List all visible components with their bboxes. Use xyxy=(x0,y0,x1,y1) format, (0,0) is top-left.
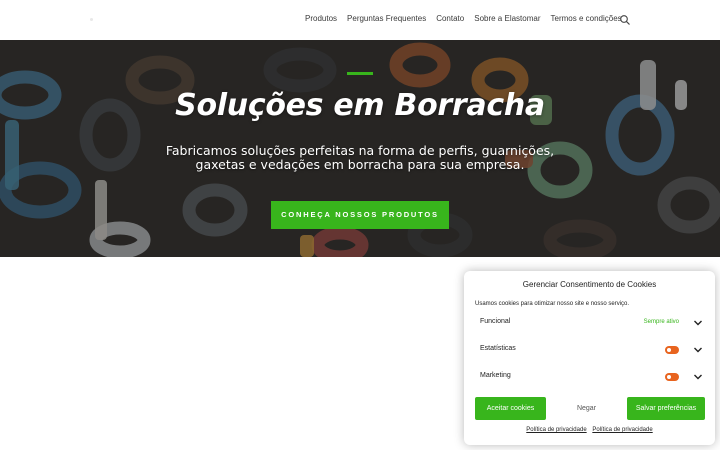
cookie-category-label: Funcional xyxy=(480,318,511,325)
save-preferences-button[interactable]: Salvar preferências xyxy=(627,397,705,420)
site-header: Produtos Perguntas Frequentes Contato So… xyxy=(0,0,720,40)
hero-subtitle-line-2: gaxetas e vedações em borracha para sua … xyxy=(195,157,525,172)
accent-divider xyxy=(347,72,373,75)
cookie-category-label: Marketing xyxy=(480,372,511,379)
deny-cookies-button[interactable]: Negar xyxy=(551,397,622,420)
main-nav: Produtos Perguntas Frequentes Contato So… xyxy=(305,14,632,23)
marketing-toggle[interactable] xyxy=(665,373,679,381)
nav-item-perguntas-frequentes[interactable]: Perguntas Frequentes xyxy=(347,14,426,23)
cookie-message: Usamos cookies para otimizar nosso site … xyxy=(475,301,630,307)
cookie-category-label: Estatísticas xyxy=(480,345,516,352)
always-active-label: Sempre ativo xyxy=(643,319,679,325)
accept-cookies-button[interactable]: Aceitar cookies xyxy=(475,397,546,420)
privacy-policy-link[interactable]: Política de privacidade xyxy=(592,427,652,433)
nav-item-sobre[interactable]: Sobre a Elastomar xyxy=(474,14,540,23)
cookie-consent-panel: Gerenciar Consentimento de Cookies Usamo… xyxy=(464,271,715,445)
cookie-category-funcional[interactable]: Funcional Sempre ativo xyxy=(475,314,707,332)
site-logo[interactable] xyxy=(90,18,93,21)
chevron-down-icon[interactable] xyxy=(693,318,703,328)
hero-section: Soluções em Borracha Fabricamos soluções… xyxy=(0,40,720,257)
chevron-down-icon[interactable] xyxy=(693,345,703,355)
nav-item-produtos[interactable]: Produtos xyxy=(305,14,337,23)
nav-item-termos[interactable]: Termos e condições xyxy=(551,14,622,23)
statistics-toggle[interactable] xyxy=(665,346,679,354)
nav-item-contato[interactable]: Contato xyxy=(436,14,464,23)
hero-title: Soluções em Borracha xyxy=(175,88,545,123)
chevron-down-icon[interactable] xyxy=(693,372,703,382)
cookie-links: Política de privacidade Política de priv… xyxy=(464,427,715,433)
cookie-category-marketing[interactable]: Marketing xyxy=(475,368,707,386)
privacy-policy-link[interactable]: Política de privacidade xyxy=(526,427,586,433)
cookie-category-estatisticas[interactable]: Estatísticas xyxy=(475,341,707,359)
search-icon[interactable] xyxy=(619,14,631,26)
products-cta-button[interactable]: CONHEÇA NOSSOS PRODUTOS xyxy=(271,201,449,229)
cookie-title: Gerenciar Consentimento de Cookies xyxy=(522,280,657,289)
hero-subtitle: Fabricamos soluções perfeitas na forma d… xyxy=(160,144,560,172)
hero-subtitle-line-1: Fabricamos soluções perfeitas na forma d… xyxy=(165,143,555,158)
